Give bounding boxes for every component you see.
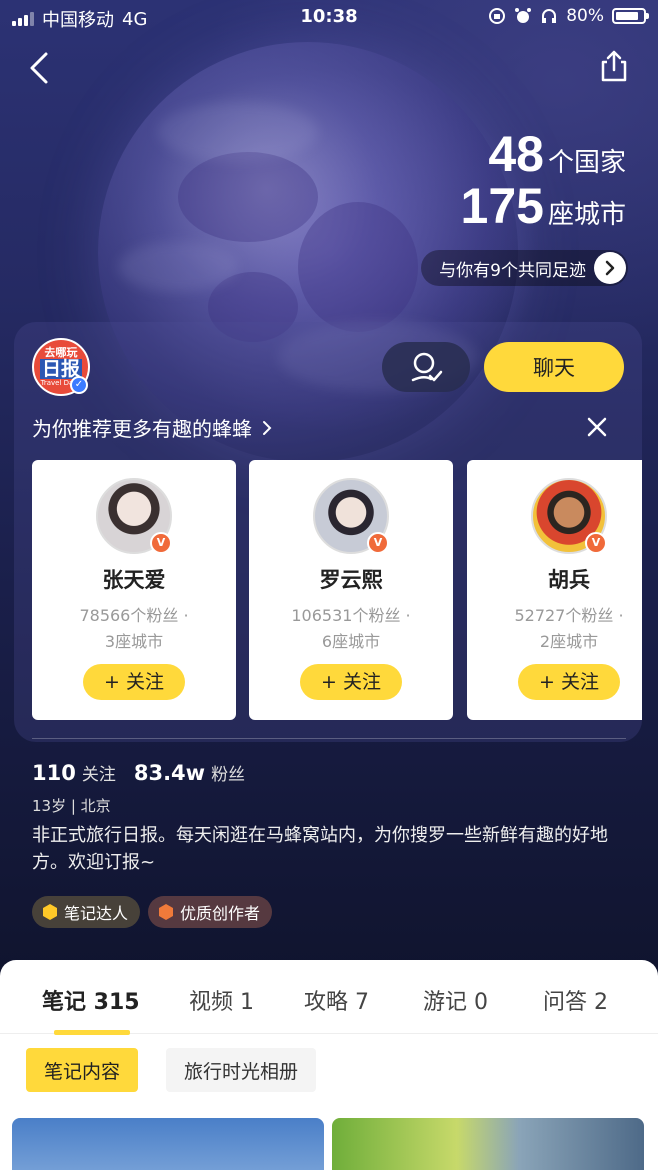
status-bar: 中国移动 4G 10:38 80% [0, 0, 658, 34]
recommend-card[interactable]: V 胡兵 52727个粉丝 · 2座城市 + 关注 [467, 460, 642, 720]
divider [32, 738, 626, 739]
recommend-card[interactable]: V 罗云熙 106531个粉丝 · 6座城市 + 关注 [249, 460, 453, 720]
recommend-name: 胡兵 [548, 568, 590, 592]
fans-label[interactable]: 粉丝 [211, 760, 245, 785]
recommend-title-link[interactable]: 为你推荐更多有趣的蜂蜂 [32, 413, 272, 442]
common-footprint-label: 与你有9个共同足迹 [439, 260, 586, 281]
common-footprint-button[interactable]: 与你有9个共同足迹 [421, 250, 628, 286]
recommend-fans: 78566个粉丝 · [79, 606, 189, 625]
countries-count: 48 [488, 126, 544, 182]
travel-stats: 48 个国家 175 座城市 [461, 128, 626, 232]
content-tabs: 笔记 315 视频 1 攻略 7 游记 0 问答 2 [0, 960, 658, 1035]
orientation-lock-icon [489, 8, 506, 24]
recommend-cities: 6座城市 [321, 632, 381, 651]
verified-icon: V [367, 532, 389, 554]
recommend-cities: 3座城市 [104, 632, 164, 651]
content-sheet: 笔记 315 视频 1 攻略 7 游记 0 问答 2 笔记内容 旅行时光相册 [0, 960, 658, 1170]
close-icon[interactable] [586, 416, 608, 438]
follow-button[interactable]: + 关注 [300, 664, 402, 700]
back-button[interactable] [24, 48, 56, 88]
recommend-title: 为你推荐更多有趣的蜂蜂 [32, 417, 252, 441]
headphones-icon [542, 9, 557, 23]
badge-note-expert[interactable]: 笔记达人 [32, 896, 141, 928]
hexagon-icon [159, 904, 174, 920]
tab-notes[interactable]: 笔记 315 [42, 984, 140, 1016]
note-thumbnail[interactable] [332, 1118, 644, 1170]
recommend-name: 张天爱 [102, 568, 166, 592]
active-tab-indicator [54, 1030, 130, 1035]
cities-count: 175 [460, 178, 544, 234]
countries-unit: 个国家 [547, 148, 626, 178]
verified-icon: ✓ [70, 376, 88, 394]
note-thumbnail[interactable] [12, 1118, 324, 1170]
follow-user-button[interactable] [382, 342, 470, 392]
badge-label: 优质创作者 [180, 904, 261, 923]
following-count[interactable]: 110 [32, 761, 76, 785]
recommend-cities: 2座城市 [539, 632, 599, 651]
profile-bio: 非正式旅行日报。每天闲逛在马蜂窝站内，为你搜罗一些新鲜有趣的好地方。欢迎订报~ [32, 825, 608, 873]
battery-icon [612, 8, 649, 24]
verified-icon: V [150, 532, 172, 554]
badge-list: 笔记达人 优质创作者 [32, 896, 273, 928]
chevron-right-icon [263, 420, 272, 435]
chat-button[interactable]: 聊天 [484, 342, 624, 392]
avatar-text-top: 去哪玩 [44, 345, 78, 359]
follow-user-icon [411, 352, 443, 382]
following-label[interactable]: 关注 [82, 760, 116, 785]
tab-travelogues[interactable]: 游记 0 [423, 984, 488, 1016]
tab-qa[interactable]: 问答 2 [543, 984, 608, 1016]
follow-button[interactable]: + 关注 [83, 664, 185, 700]
age-location: 13岁 | 北京 [32, 797, 111, 815]
recommend-card[interactable]: V 张天爱 78566个粉丝 · 3座城市 + 关注 [32, 460, 236, 720]
follow-button[interactable]: + 关注 [518, 664, 620, 700]
fans-count[interactable]: 83.4w [134, 761, 205, 785]
hexagon-icon [43, 904, 57, 920]
recommend-fans: 52727个粉丝 · [514, 606, 624, 625]
subtab-album[interactable]: 旅行时光相册 [166, 1048, 317, 1092]
alarm-icon [515, 8, 532, 23]
recommend-fans: 106531个粉丝 · [291, 606, 411, 625]
badge-quality-creator[interactable]: 优质创作者 [148, 896, 273, 928]
recommend-cards: V 张天爱 78566个粉丝 · 3座城市 + 关注 V 罗云熙 106531个… [32, 460, 642, 720]
chevron-right-icon [594, 252, 626, 284]
verified-icon: V [585, 532, 607, 554]
share-button[interactable] [598, 48, 630, 84]
tab-guides[interactable]: 攻略 7 [304, 984, 369, 1016]
subtab-note-content[interactable]: 笔记内容 [26, 1048, 139, 1092]
badge-label: 笔记达人 [64, 904, 129, 923]
recommend-name: 罗云熙 [319, 568, 383, 592]
cities-unit: 座城市 [547, 200, 626, 230]
follow-counts: 110 关注 83.4w 粉丝 [32, 760, 257, 785]
battery-percent: 80% [566, 6, 604, 26]
tab-videos[interactable]: 视频 1 [189, 984, 254, 1016]
